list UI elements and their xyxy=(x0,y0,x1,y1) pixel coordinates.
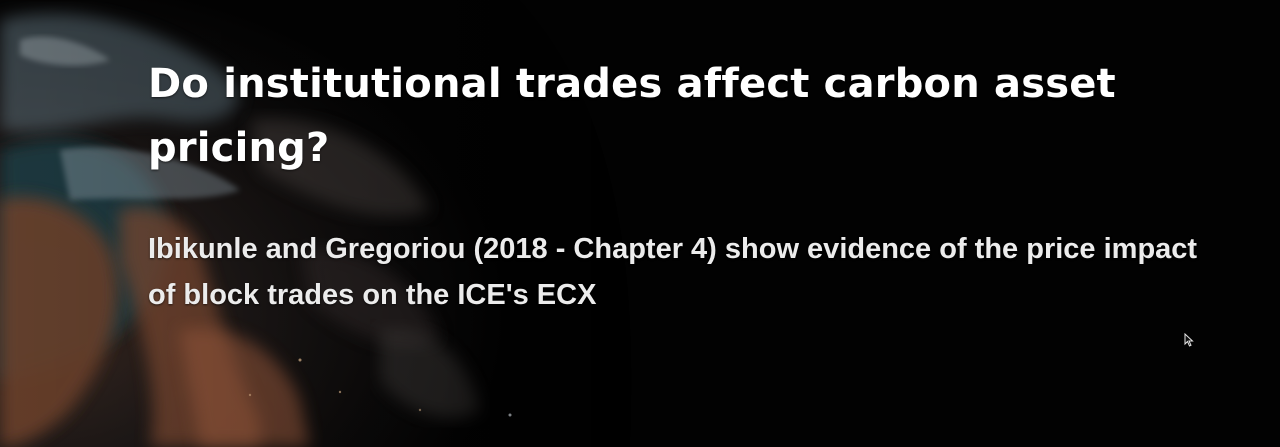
presentation-slide: Do institutional trades affect carbon as… xyxy=(0,0,1280,447)
mouse-pointer-icon xyxy=(1184,333,1194,347)
slide-title: Do institutional trades affect carbon as… xyxy=(148,61,1116,171)
slide-body-text: Ibikunle and Gregoriou (2018 - Chapter 4… xyxy=(148,233,1198,311)
